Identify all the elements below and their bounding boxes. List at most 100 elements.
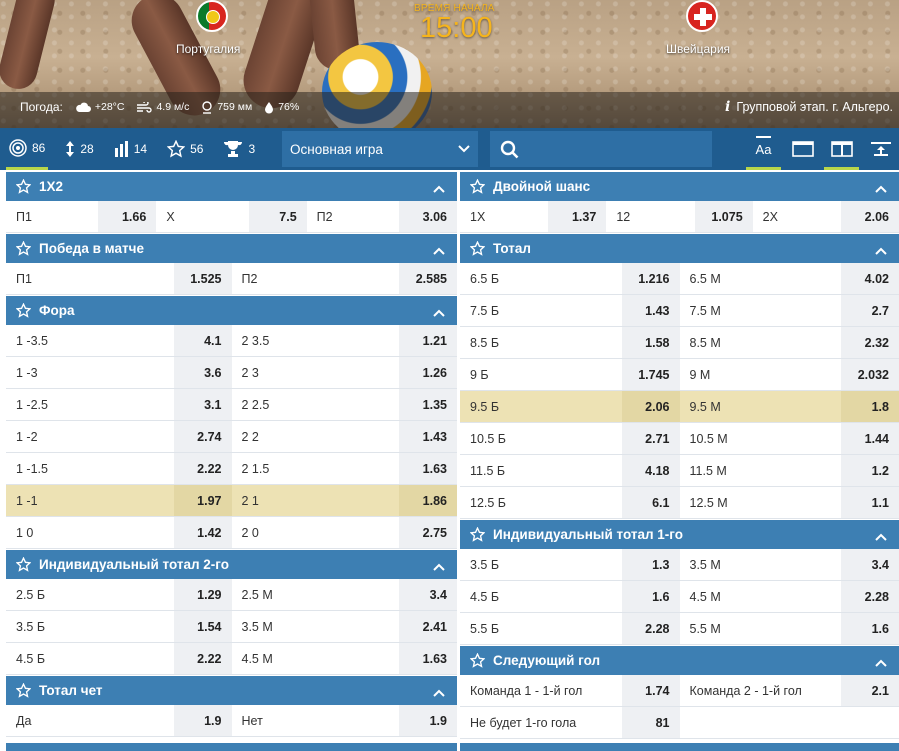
outcome-label[interactable]: Команда 1 - 1-й гол (460, 675, 622, 706)
market-header[interactable]: Тотал (460, 233, 899, 263)
chevron-up-icon[interactable] (875, 243, 887, 258)
outcome-label[interactable]: 2 2.5 (232, 389, 400, 420)
outcome-label[interactable]: 7.5 Б (460, 295, 622, 326)
odds-button[interactable]: 3.4 (399, 579, 457, 610)
favorite-star-icon[interactable] (16, 557, 31, 572)
market-header[interactable]: Индивидуальный тотал 1-го (460, 519, 899, 549)
outcome-label[interactable]: 1 0 (6, 517, 174, 548)
chevron-up-icon[interactable] (433, 243, 445, 258)
period-select[interactable]: Основная игра (282, 131, 478, 167)
odds-button[interactable]: 2.06 (840, 201, 899, 232)
outcome-label[interactable]: 10.5 Б (460, 423, 622, 454)
outcome-label[interactable]: 2.5 Б (6, 579, 174, 610)
odds-button[interactable]: 1.66 (98, 201, 157, 232)
outcome-label[interactable]: 1 -3.5 (6, 325, 174, 356)
odds-button[interactable]: 2.74 (173, 421, 232, 452)
odds-button[interactable]: 1.9 (399, 705, 457, 736)
odds-button[interactable]: 4.02 (841, 263, 899, 294)
market-header[interactable]: Индивидуальный тотал 2-го (6, 549, 457, 579)
market-header[interactable]: Двойной шанс (460, 171, 899, 201)
odds-button[interactable]: 2.06 (621, 391, 680, 422)
odds-button[interactable]: 1.29 (173, 579, 232, 610)
chevron-up-icon[interactable] (433, 685, 445, 700)
outcome-label[interactable]: 12 (606, 201, 694, 232)
favorite-star-icon[interactable] (470, 241, 485, 256)
chevron-up-icon[interactable] (433, 559, 445, 574)
outcome-label[interactable]: П1 (6, 201, 98, 232)
chevron-up-icon[interactable] (433, 305, 445, 320)
outcome-label[interactable]: 2 1 (232, 485, 400, 516)
odds-button[interactable]: 2.28 (621, 613, 680, 644)
odds-button[interactable]: 2.32 (841, 327, 899, 358)
outcome-label[interactable]: 2 3.5 (232, 325, 400, 356)
outcome-label[interactable]: 12.5 М (680, 487, 842, 518)
outcome-label[interactable]: 10.5 М (680, 423, 842, 454)
odds-button[interactable]: 1.58 (621, 327, 680, 358)
odds-button[interactable]: 1.74 (621, 675, 680, 706)
outcome-label[interactable]: 2 2 (232, 421, 400, 452)
font-size-button[interactable]: Aa (744, 128, 783, 170)
market-header[interactable]: Фора (6, 295, 457, 325)
odds-button[interactable]: 1.35 (399, 389, 457, 420)
outcome-label[interactable]: Да (6, 705, 174, 736)
outcome-label[interactable]: 1 -1 (6, 485, 174, 516)
outcome-label[interactable]: 2 1.5 (232, 453, 400, 484)
outcome-label[interactable]: 4.5 Б (6, 643, 174, 674)
odds-button[interactable]: 2.032 (841, 359, 899, 390)
odds-button[interactable]: 1.43 (621, 295, 680, 326)
favorite-star-icon[interactable] (16, 683, 31, 698)
outcome-label[interactable]: 3.5 М (232, 611, 400, 642)
outcome-label[interactable]: 1 -1.5 (6, 453, 174, 484)
outcome-label[interactable]: Не будет 1-го гола (460, 707, 622, 738)
single-column-view-button[interactable] (783, 128, 822, 170)
odds-button[interactable]: 1.525 (173, 263, 232, 294)
odds-button[interactable]: 1.63 (399, 643, 457, 674)
outcome-label[interactable]: 7.5 М (680, 295, 842, 326)
outcome-label[interactable]: 5.5 Б (460, 613, 622, 644)
favorite-star-icon[interactable] (16, 179, 31, 194)
outcome-label[interactable]: 1 -2 (6, 421, 174, 452)
outcome-label[interactable]: X (156, 201, 248, 232)
odds-button[interactable]: 1.44 (841, 423, 899, 454)
odds-button[interactable]: 1.216 (621, 263, 680, 294)
outcome-label[interactable]: 1X (460, 201, 548, 232)
chevron-up-icon[interactable] (433, 181, 445, 196)
odds-button[interactable]: 2.7 (841, 295, 899, 326)
chevron-up-icon[interactable] (875, 181, 887, 196)
chevron-up-icon[interactable] (875, 655, 887, 670)
odds-button[interactable]: 3.4 (841, 549, 899, 580)
search-field[interactable] (490, 131, 712, 167)
two-column-view-button[interactable] (822, 128, 861, 170)
odds-button[interactable]: 81 (621, 707, 680, 738)
favorite-star-icon[interactable] (470, 179, 485, 194)
odds-button[interactable]: 1.21 (399, 325, 457, 356)
odds-button[interactable]: 1.63 (399, 453, 457, 484)
chevron-up-icon[interactable] (875, 529, 887, 544)
odds-button[interactable]: 1.745 (621, 359, 680, 390)
outcome-label[interactable]: 4.5 М (680, 581, 842, 612)
odds-button[interactable]: 1.6 (621, 581, 680, 612)
specials-filter[interactable]: 3 (220, 128, 258, 170)
odds-button[interactable]: 1.1 (841, 487, 899, 518)
odds-button[interactable]: 2.1 (841, 675, 899, 706)
outcome-label[interactable]: 3.5 Б (460, 549, 622, 580)
odds-button[interactable]: 3.6 (173, 357, 232, 388)
market-header[interactable]: Следующий гол (460, 645, 899, 675)
outcome-label[interactable]: П2 (232, 263, 400, 294)
odds-button[interactable]: 2.22 (173, 643, 232, 674)
outcome-label[interactable]: 9 Б (460, 359, 622, 390)
odds-button[interactable]: 1.2 (841, 455, 899, 486)
outcome-label[interactable]: 9 М (680, 359, 842, 390)
odds-button[interactable]: 2.585 (399, 263, 457, 294)
collapse-all-button[interactable] (861, 128, 899, 170)
odds-button[interactable]: 1.8 (841, 391, 899, 422)
outcome-label[interactable]: 6.5 Б (460, 263, 622, 294)
outcome-label[interactable]: 4.5 Б (460, 581, 622, 612)
market-header[interactable]: Тотал чет (6, 675, 457, 705)
favorites-filter[interactable]: 56 (164, 128, 206, 170)
odds-button[interactable]: 1.86 (399, 485, 457, 516)
outcome-label[interactable]: Команда 2 - 1-й гол (680, 675, 842, 706)
totals-filter[interactable]: 28 (62, 128, 96, 170)
stats-filter[interactable]: 14 (111, 128, 150, 170)
outcome-label[interactable]: 11.5 Б (460, 455, 622, 486)
